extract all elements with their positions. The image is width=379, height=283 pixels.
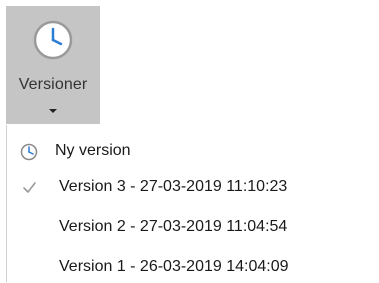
version-menu-item-2[interactable]: Version 2 - 27-03-2019 11:04:54 (7, 213, 379, 243)
check-icon (23, 182, 36, 193)
caret-down-icon (49, 109, 57, 113)
versions-button-label: Versioner (18, 76, 88, 93)
clock-icon (33, 20, 73, 60)
new-version-menu-item[interactable]: Ny version (7, 137, 379, 167)
version-label: Version 2 - 27-03-2019 11:04:54 (59, 218, 288, 235)
ribbon-bar: Versioner (0, 0, 379, 124)
clock-icon (20, 143, 38, 161)
versions-button[interactable]: Versioner (6, 6, 100, 124)
versions-dropdown-menu: Ny version Version 3 - 27-03-2019 11:10:… (6, 125, 379, 282)
new-version-label: Ny version (55, 142, 131, 159)
version-label: Version 1 - 26-03-2019 14:04:09 (59, 258, 289, 275)
version-label: Version 3 - 27-03-2019 11:10:23 (59, 178, 288, 195)
version-menu-item-3[interactable]: Version 3 - 27-03-2019 11:10:23 (7, 173, 379, 203)
version-menu-item-1[interactable]: Version 1 - 26-03-2019 14:04:09 (7, 253, 379, 283)
